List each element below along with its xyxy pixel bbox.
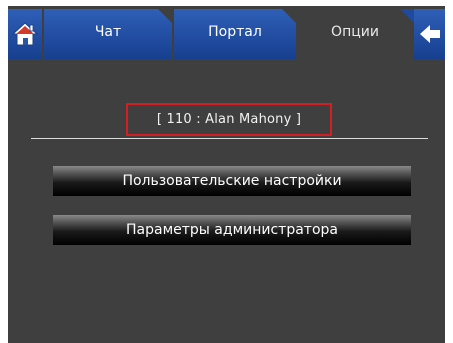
app-frame: Чат Портал Опции [ 110 : Alan Mahony ] П…	[8, 6, 445, 343]
user-settings-button[interactable]: Пользовательские настройки	[53, 166, 411, 196]
tab-corner	[282, 9, 296, 23]
home-button[interactable]	[8, 9, 42, 59]
admin-params-button[interactable]: Параметры администратора	[53, 215, 411, 245]
home-icon	[11, 22, 39, 46]
tab-options-label: Опции	[331, 24, 379, 40]
tab-corner	[400, 9, 414, 23]
current-user-box: [ 110 : Alan Mahony ]	[126, 103, 332, 136]
divider-line	[31, 138, 428, 139]
back-arrow-icon	[419, 25, 440, 43]
tab-options[interactable]: Опции	[298, 9, 412, 59]
user-settings-label: Пользовательские настройки	[122, 173, 342, 189]
admin-params-label: Параметры администратора	[126, 222, 338, 238]
tab-bar: Чат Портал Опции	[8, 6, 445, 59]
tab-chat[interactable]: Чат	[44, 9, 172, 59]
tab-corner	[158, 9, 172, 23]
tab-portal[interactable]: Портал	[174, 9, 296, 59]
tab-chat-label: Чат	[94, 24, 122, 40]
tab-portal-label: Портал	[208, 24, 262, 40]
current-user-label: [ 110 : Alan Mahony ]	[156, 112, 302, 127]
back-button[interactable]	[414, 9, 445, 59]
